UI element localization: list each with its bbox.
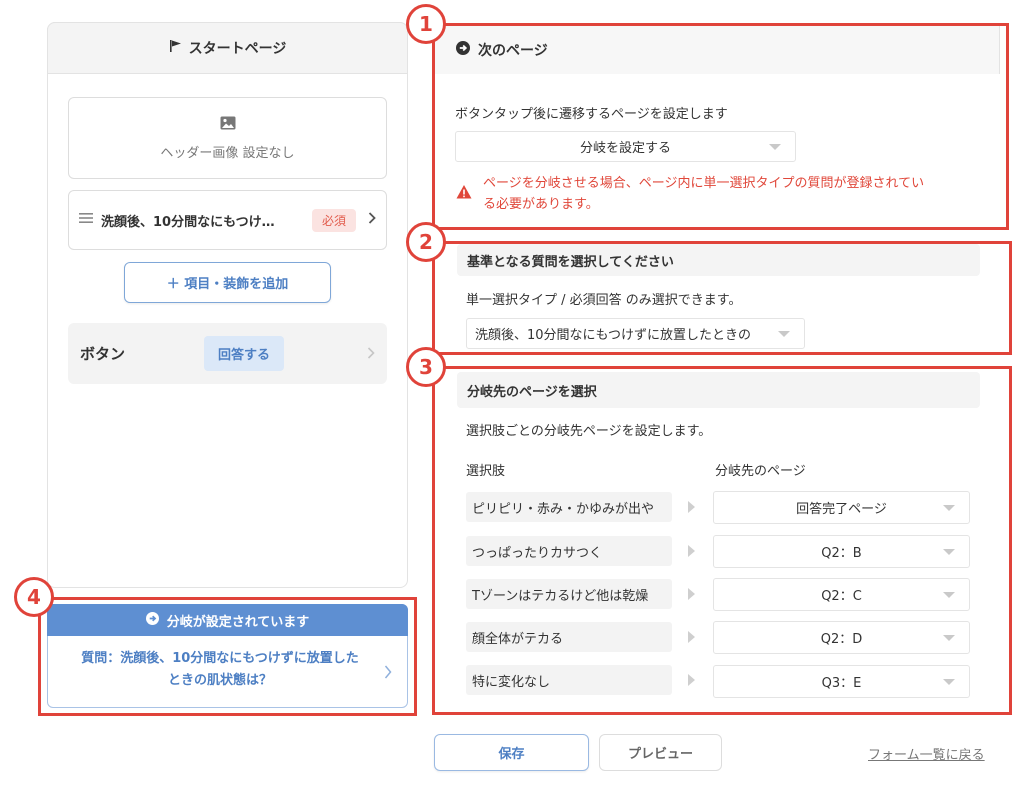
start-page-title: スタートページ [188, 41, 287, 57]
back-to-forms-link[interactable]: フォーム一覧に戻る [868, 744, 1008, 763]
answer-button[interactable]: 回答する [204, 336, 285, 371]
annotation-box-4 [38, 597, 417, 716]
button-settings-row[interactable]: ボタン 回答する [68, 323, 387, 384]
annotation-number-3: 3 [406, 347, 446, 387]
header-image-placeholder[interactable]: ヘッダー画像 設定なし [68, 97, 387, 179]
add-item-label: ＋ 項目・装飾を追加 [166, 277, 289, 292]
preview-button[interactable]: プレビュー [599, 734, 722, 771]
add-item-button[interactable]: ＋ 項目・装飾を追加 [124, 262, 331, 303]
flag-icon [169, 39, 183, 57]
question-list-item[interactable]: 洗顔後、10分間なにもつけ… 必須 [68, 190, 387, 250]
annotation-number-1: 1 [406, 4, 446, 44]
chevron-right-icon [367, 344, 375, 363]
header-image-label: ヘッダー画像 設定なし [160, 145, 295, 161]
annotation-box-1 [432, 23, 1009, 230]
required-badge: 必須 [311, 208, 356, 232]
annotation-number-2: 2 [406, 222, 446, 262]
save-button[interactable]: 保存 [434, 734, 589, 771]
start-page-header: スタートページ [47, 22, 408, 74]
button-label: ボタン [80, 345, 126, 363]
annotation-box-2 [432, 241, 1012, 355]
menu-icon[interactable] [79, 212, 93, 228]
annotation-number-4: 4 [14, 577, 54, 617]
annotation-box-3 [432, 366, 1012, 715]
question-text: 洗顔後、10分間なにもつけ… [101, 214, 275, 230]
image-icon [220, 116, 236, 134]
chevron-right-icon [368, 212, 376, 228]
